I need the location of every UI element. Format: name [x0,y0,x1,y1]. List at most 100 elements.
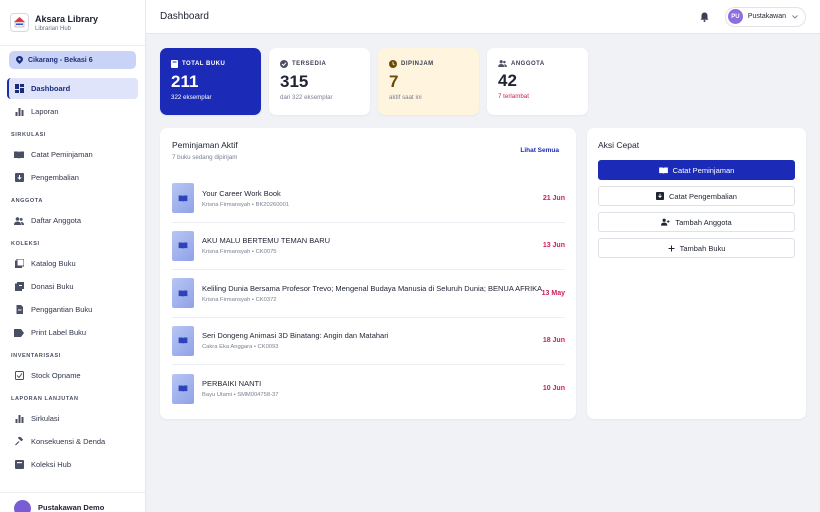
book-cover-icon [172,183,194,214]
stat-card-total-buku[interactable]: TOTAL BUKU 211 322 eksemplar [160,48,261,115]
stat-card-tersedia[interactable]: TERSEDIA 315 dari 322 eksemplar [269,48,370,115]
loan-title: Keliling Dunia Bersama Profesor Trevo; M… [202,283,543,293]
sidebar-item-label: Pengembalian [31,173,79,182]
plus-icon [668,245,675,251]
stats-row: TOTAL BUKU 211 322 eksemplar TERSEDIA 31… [160,48,596,115]
notification-bell-icon[interactable] [697,9,713,25]
sidebar-item-label: Daftar Anggota [31,216,82,225]
sidebar-nav: Dashboard Laporan SIRKULASI Catat Peminj… [0,69,145,475]
sidebar-item-koleksi-hub[interactable]: Koleksi Hub [7,454,138,475]
sidebar-item-donasi-buku[interactable]: Donasi Buku [7,276,138,297]
chevron-down-icon [792,14,798,19]
book-cover-icon [172,325,194,356]
due-date: 13 May [541,289,565,297]
catalog-icon [14,259,24,269]
tambah-buku-button[interactable]: Tambah Buku [598,238,795,258]
loan-meta: Krisna Firmansyah • CK0372 [202,296,277,303]
panel-title: Aksi Cepat [598,140,640,150]
sidebar-item-katalog-buku[interactable]: Katalog Buku [7,253,138,274]
sidebar-user-name: Pustakawan Demo [38,503,105,512]
section-inventarisasi: INVENTARISASI [11,353,61,359]
stat-sub: aktif saat ini [389,94,422,101]
quick-actions-panel: Aksi Cepat Catat Peminjaman Catat Pengem… [587,128,806,419]
sidebar-item-sirkulasi[interactable]: Sirkulasi [7,408,138,429]
list-item[interactable]: Keliling Dunia Bersama Profesor Trevo; M… [172,270,565,318]
stat-sub: dari 322 eksemplar [280,94,333,101]
sidebar-item-label: Stock Opname [31,371,81,380]
stat-label: ANGGOTA [511,60,545,67]
button-label: Tambah Buku [679,243,726,253]
sidebar-item-penggantian-buku[interactable]: Penggantian Buku [7,299,138,320]
loan-meta: Krisna Firmansyah • CK0075 [202,249,277,256]
book-cover-icon [172,230,194,261]
branch-label: Cikarang - Bekasi 6 [28,56,93,64]
due-date: 18 Jun [542,337,565,345]
open-book-icon [14,150,24,160]
user-menu[interactable]: PU Pustakawan [724,6,806,27]
loan-list: Your Career Work Book Krisna Firmansyah … [172,175,565,413]
stat-value: 42 [498,71,517,90]
tambah-anggota-button[interactable]: Tambah Anggota [598,212,795,232]
due-date: 13 Jun [542,242,565,250]
return-box-icon [656,192,665,200]
gavel-icon [14,437,24,447]
see-all-link[interactable]: Lihat Semua [520,147,559,161]
active-loans-panel: Peminjaman Aktif 7 buku sedang dipinjam … [160,128,576,419]
users-icon [14,216,24,226]
list-item[interactable]: PERBAIKI NANTI Bayu Utami • SMM004758-37… [172,365,565,413]
sidebar-item-konsekuensi-denda[interactable]: Konsekuensi & Denda [7,431,138,452]
loan-title: PERBAIKI NANTI [202,379,262,389]
book-cover-icon [172,373,194,404]
sidebar-item-label: Laporan [31,107,59,116]
section-sirkulasi: SIRKULASI [11,132,47,138]
sidebar-item-daftar-anggota[interactable]: Daftar Anggota [7,210,138,231]
sidebar-item-pengembalian[interactable]: Pengembalian [7,167,138,188]
sidebar-item-catat-peminjaman[interactable]: Catat Peminjaman [7,144,138,165]
stat-value: 315 [280,72,309,91]
catat-peminjaman-button[interactable]: Catat Peminjaman [598,160,795,180]
sidebar-item-label: Penggantian Buku [31,305,93,314]
avatar: PU [727,9,743,24]
main-content: Dashboard PU Pustakawan TOTAL BUKU 211 3… [146,0,820,512]
list-item[interactable]: Your Career Work Book Krisna Firmansyah … [172,175,565,223]
sidebar-item-dashboard[interactable]: Dashboard [7,78,138,99]
stat-card-dipinjam[interactable]: DIPINJAM 7 aktif saat ini [378,48,479,115]
replace-book-icon [14,305,24,315]
avatar [14,500,31,512]
loan-meta: Krisna Firmansyah • BK20260001 [202,201,290,208]
sidebar-item-label: Sirkulasi [31,414,60,423]
panel-title: Peminjaman Aktif [172,140,238,150]
stat-label: DIPINJAM [401,61,434,67]
brand-title: Aksara Library [35,13,99,24]
user-name: Pustakawan [747,13,786,20]
stat-sub: 322 eksemplar [171,94,212,101]
loan-meta: Cakra Eka Anggara • CK0093 [202,344,279,351]
brand[interactable]: Aksara Library Librarian Hub [0,0,145,46]
sidebar-item-label: Katalog Buku [31,259,76,268]
loan-title: Your Career Work Book [202,188,281,198]
stat-value: 211 [171,72,199,91]
sidebar-item-label: Dashboard [31,84,71,93]
section-koleksi: KOLEKSI [11,241,40,247]
stat-value: 7 [389,72,399,91]
bar-chart-icon [14,107,24,117]
sidebar-item-laporan[interactable]: Laporan [7,101,138,122]
sidebar-item-stock-opname[interactable]: Stock Opname [7,365,138,386]
sidebar-item-label: Donasi Buku [31,282,74,291]
sidebar-item-print-label-buku[interactable]: Print Label Buku [7,322,138,343]
panel-subtitle: 7 buku sedang dipinjam [172,154,238,161]
list-item[interactable]: Seri Dongeng Animasi 3D Binatang: Angin … [172,318,565,365]
page-title: Dashboard [160,11,209,22]
sidebar-item-label: Koleksi Hub [31,460,72,469]
donation-book-icon [14,282,24,292]
clock-icon [389,60,397,68]
sidebar-user[interactable]: Pustakawan Demo [0,492,145,512]
list-item[interactable]: AKU MALU BERTEMU TEMAN BARU Krisna Firma… [172,223,565,270]
sidebar-item-label: Print Label Buku [31,328,87,337]
catat-pengembalian-button[interactable]: Catat Pengembalian [598,186,795,206]
stat-card-anggota[interactable]: ANGGOTA 42 7 terlambat [487,48,588,115]
branch-selector[interactable]: Cikarang - Bekasi 6 [9,51,136,69]
inventory-icon [14,371,24,381]
loan-meta: Bayu Utami • SMM004758-37 [202,392,279,399]
sidebar-item-label: Konsekuensi & Denda [31,437,106,446]
